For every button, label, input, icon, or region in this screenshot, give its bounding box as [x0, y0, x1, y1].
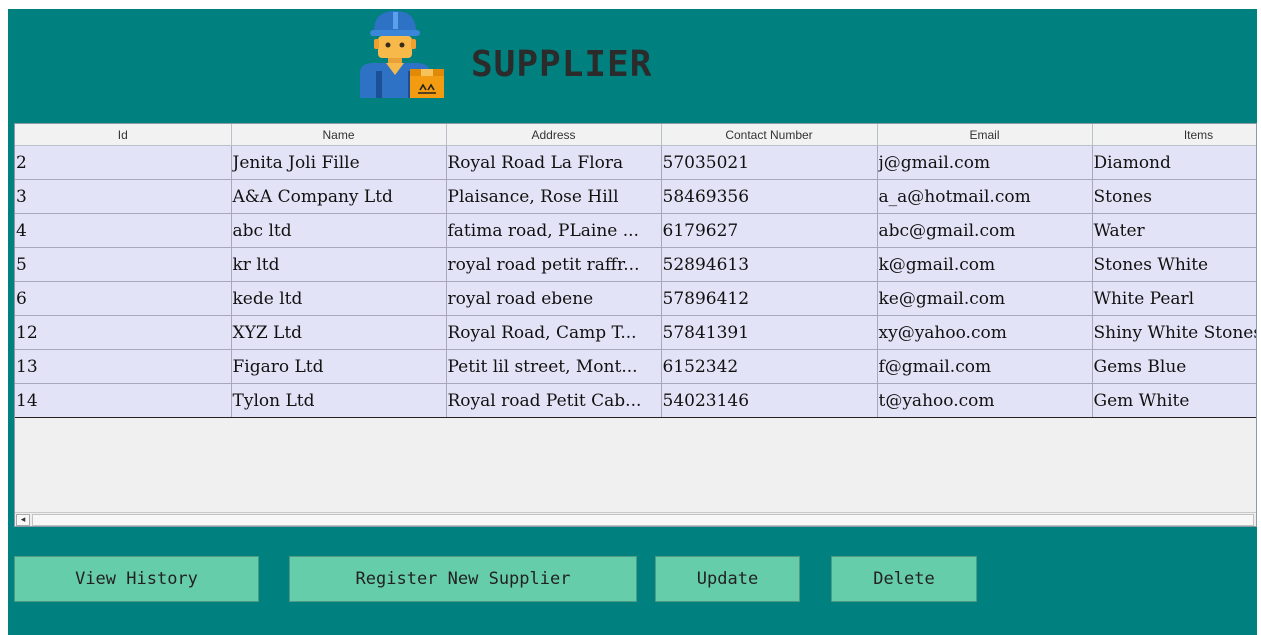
- table-row[interactable]: 6 kede ltd royal road ebene 57896412 ke@gmai…: [15, 281, 1256, 316]
- table-header-row: Id Name Address Contact Number Email Ite…: [15, 124, 1256, 146]
- cell-address[interactable]: Royal Road, Camp T...: [446, 315, 662, 350]
- cell-name[interactable]: abc ltd: [231, 213, 447, 248]
- cell-items[interactable]: Stones White: [1092, 247, 1256, 282]
- cell-email[interactable]: t@yahoo.com: [877, 383, 1093, 418]
- cell-items[interactable]: Shiny White Stones: [1092, 315, 1256, 350]
- cell-address[interactable]: Royal road Petit Cab...: [446, 383, 662, 418]
- supplier-worker-with-box-icon: [360, 11, 444, 98]
- cell-contact-number[interactable]: 54023146: [661, 383, 878, 418]
- cell-contact-number[interactable]: 6179627: [661, 213, 878, 248]
- cell-name[interactable]: Jenita Joli Fille: [231, 145, 447, 180]
- cell-email[interactable]: k@gmail.com: [877, 247, 1093, 282]
- cell-id[interactable]: 5: [15, 247, 232, 282]
- column-header-email[interactable]: Email: [877, 124, 1093, 146]
- cell-email[interactable]: ke@gmail.com: [877, 281, 1093, 316]
- table-row[interactable]: 12 XYZ Ltd Royal Road, Camp T... 57841391 xy…: [15, 315, 1256, 350]
- supplier-table[interactable]: Id Name Address Contact Number Email Ite…: [15, 124, 1256, 418]
- cell-contact-number[interactable]: 6152342: [661, 349, 878, 384]
- cell-name[interactable]: kr ltd: [231, 247, 447, 282]
- cell-items[interactable]: Diamond: [1092, 145, 1256, 180]
- column-header-name[interactable]: Name: [231, 124, 447, 146]
- delete-button[interactable]: Delete: [831, 556, 977, 602]
- cell-name[interactable]: A&A Company Ltd: [231, 179, 447, 214]
- cell-address[interactable]: Plaisance, Rose Hill: [446, 179, 662, 214]
- cell-address[interactable]: Petit lil street, Mont...: [446, 349, 662, 384]
- cell-email[interactable]: a_a@hotmail.com: [877, 179, 1093, 214]
- page-title: SUPPLIER: [471, 44, 653, 85]
- cell-address[interactable]: royal road ebene: [446, 281, 662, 316]
- table-row[interactable]: 4 abc ltd fatima road, PLaine ... 6179627 ab…: [15, 213, 1256, 248]
- column-header-contact-number[interactable]: Contact Number: [661, 124, 878, 146]
- cell-address[interactable]: Royal Road La Flora: [446, 145, 662, 180]
- cell-email[interactable]: xy@yahoo.com: [877, 315, 1093, 350]
- cell-items[interactable]: Water: [1092, 213, 1256, 248]
- cell-id[interactable]: 14: [15, 383, 232, 418]
- table-row[interactable]: 5 kr ltd royal road petit raffr... 52894613…: [15, 247, 1256, 282]
- table-row[interactable]: 13 Figaro Ltd Petit lil street, Mont... 615…: [15, 349, 1256, 384]
- cell-name[interactable]: Figaro Ltd: [231, 349, 447, 384]
- cell-name[interactable]: XYZ Ltd: [231, 315, 447, 350]
- table-row[interactable]: 14 Tylon Ltd Royal road Petit Cab... 540231…: [15, 383, 1256, 418]
- table-row[interactable]: 2 Jenita Joli Fille Royal Road La Flora 570…: [15, 145, 1256, 180]
- column-header-items[interactable]: Items: [1092, 124, 1256, 146]
- view-history-button[interactable]: View History: [14, 556, 259, 602]
- cell-items[interactable]: Stones: [1092, 179, 1256, 214]
- update-button[interactable]: Update: [655, 556, 800, 602]
- cell-id[interactable]: 4: [15, 213, 232, 248]
- scroll-left-arrow-icon[interactable]: ◂: [16, 514, 30, 526]
- cell-items[interactable]: White Pearl: [1092, 281, 1256, 316]
- cell-id[interactable]: 3: [15, 179, 232, 214]
- cell-contact-number[interactable]: 57896412: [661, 281, 878, 316]
- horizontal-scrollbar[interactable]: ◂: [15, 512, 1256, 526]
- cell-email[interactable]: abc@gmail.com: [877, 213, 1093, 248]
- register-new-supplier-button[interactable]: Register New Supplier: [289, 556, 637, 602]
- supplier-table-panel[interactable]: Id Name Address Contact Number Email Ite…: [14, 123, 1257, 527]
- cell-id[interactable]: 13: [15, 349, 232, 384]
- cell-items[interactable]: Gems Blue: [1092, 349, 1256, 384]
- cell-id[interactable]: 6: [15, 281, 232, 316]
- cell-contact-number[interactable]: 57035021: [661, 145, 878, 180]
- cell-email[interactable]: f@gmail.com: [877, 349, 1093, 384]
- column-header-address[interactable]: Address: [446, 124, 662, 146]
- column-header-id[interactable]: Id: [15, 124, 232, 146]
- cell-items[interactable]: Gem White: [1092, 383, 1256, 418]
- cell-address[interactable]: royal road petit raffr...: [446, 247, 662, 282]
- table-row[interactable]: 3 A&A Company Ltd Plaisance, Rose Hill 5846…: [15, 179, 1256, 214]
- cell-name[interactable]: kede ltd: [231, 281, 447, 316]
- cell-email[interactable]: j@gmail.com: [877, 145, 1093, 180]
- cell-id[interactable]: 12: [15, 315, 232, 350]
- cell-contact-number[interactable]: 58469356: [661, 179, 878, 214]
- cell-name[interactable]: Tylon Ltd: [231, 383, 447, 418]
- scrollbar-thumb[interactable]: [32, 514, 1254, 526]
- cell-id[interactable]: 2: [15, 145, 232, 180]
- cell-address[interactable]: fatima road, PLaine ...: [446, 213, 662, 248]
- cell-contact-number[interactable]: 57841391: [661, 315, 878, 350]
- cell-contact-number[interactable]: 52894613: [661, 247, 878, 282]
